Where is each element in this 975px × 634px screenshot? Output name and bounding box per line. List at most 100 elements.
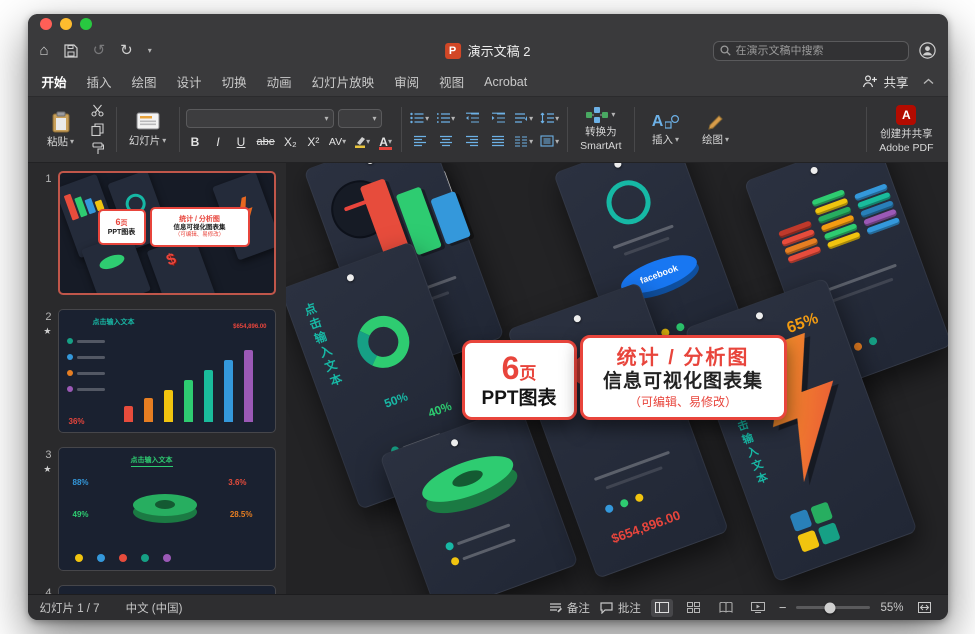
zoom-out-button[interactable]: − — [779, 600, 787, 615]
font-size-dropdown-icon: ▾ — [372, 114, 376, 123]
strikethrough-button[interactable]: abe — [255, 133, 277, 151]
subscript-button[interactable]: X₂ — [281, 133, 300, 151]
collapse-ribbon-chevron-icon[interactable] — [923, 78, 934, 85]
slide-thumbnail-1[interactable]: $ 6页 PPT图表 统计 / 分析图 信息可视化图表集 （可编辑、易修改） — [58, 171, 276, 295]
share-button[interactable]: 共享 — [862, 72, 908, 91]
badge-pages: 6页 PPT图表 — [462, 340, 577, 420]
search-box[interactable] — [713, 41, 909, 61]
smartart-group: ▾ 转换为SmartArt — [574, 102, 627, 157]
font-color-button[interactable]: A▾ — [376, 133, 395, 151]
slide-thumbnail-4[interactable] — [58, 585, 276, 594]
format-painter-icon[interactable] — [88, 141, 108, 157]
slide-thumbnail-2[interactable]: 点击输入文本 $654,896.00 36% — [58, 309, 276, 433]
paste-dropdown-icon[interactable]: ▾ — [70, 137, 74, 146]
increase-indent-button[interactable] — [486, 109, 509, 128]
tab-view[interactable]: 视图 — [439, 72, 464, 91]
language-indicator[interactable]: 中文 (中国) — [126, 600, 183, 616]
normal-view-button[interactable] — [651, 599, 673, 617]
tab-draw[interactable]: 绘图 — [132, 72, 157, 91]
ribbon-tab-bar: 开始 插入 绘图 设计 切换 动画 幻灯片放映 审阅 视图 Acrobat 共享 — [28, 67, 948, 97]
search-icon — [720, 45, 731, 56]
font-family-combo[interactable]: ▾ — [186, 109, 334, 128]
insert-button[interactable]: A 插入▾ — [643, 111, 689, 148]
tab-acrobat[interactable]: Acrobat — [484, 75, 527, 89]
amount-label: $654,896.00 — [609, 507, 682, 546]
cut-icon[interactable] — [88, 103, 108, 119]
undo-icon[interactable]: ↺ — [93, 43, 106, 58]
paste-button[interactable]: 粘贴▾ — [38, 109, 84, 150]
slide-number: 1 — [45, 173, 51, 185]
fit-slide-button[interactable] — [914, 599, 936, 617]
powerpoint-app-icon: P — [445, 43, 461, 59]
copy-icon[interactable] — [88, 122, 108, 138]
align-text-vertical-button[interactable]: ▾ — [538, 132, 561, 151]
save-icon[interactable] — [64, 44, 78, 58]
adobe-pdf-icon: A — [896, 105, 916, 125]
tab-design[interactable]: 设计 — [177, 72, 202, 91]
draw-button[interactable]: 绘图▾ — [693, 111, 739, 148]
text-highlight-button[interactable]: ▾ — [352, 133, 372, 151]
customize-toolbar-chevron-icon[interactable]: ▾ — [148, 46, 152, 55]
ribbon-toolbar: 粘贴▾ 幻灯片▾ ▾ — [28, 97, 948, 163]
comments-button[interactable]: 批注 — [600, 600, 641, 616]
create-share-adobe-pdf-button[interactable]: A 创建并共享Adobe PDF — [875, 103, 937, 156]
close-window-button[interactable] — [40, 18, 52, 30]
superscript-button[interactable]: X² — [304, 133, 323, 151]
percent-label: 50% — [382, 389, 409, 410]
underline-button[interactable]: U — [232, 133, 251, 151]
tab-slideshow[interactable]: 幻灯片放映 — [312, 72, 375, 91]
slide-sorter-view-button[interactable] — [683, 599, 705, 617]
percent-label: 40% — [426, 399, 453, 420]
numbering-button[interactable]: ▾ — [434, 109, 457, 128]
reading-view-button[interactable] — [715, 599, 737, 617]
character-spacing-button[interactable]: AV▾ — [327, 133, 348, 151]
thumb1-badge-pages: 6页 PPT图表 — [98, 209, 146, 245]
tab-home[interactable]: 开始 — [42, 72, 67, 91]
slide-row-1: 1 — [34, 171, 276, 295]
slide-number: 4 — [45, 587, 51, 594]
notes-button[interactable]: 备注 — [549, 600, 590, 616]
tab-animations[interactable]: 动画 — [267, 72, 292, 91]
align-right-button[interactable] — [460, 132, 483, 151]
thumb1-badge-title: 统计 / 分析图 信息可视化图表集 （可编辑、易修改） — [150, 207, 250, 247]
zoom-slider[interactable] — [796, 606, 870, 609]
zoom-slider-thumb[interactable] — [824, 602, 835, 613]
decrease-indent-button[interactable] — [460, 109, 483, 128]
slide-thumbnail-panel: 1 — [28, 163, 286, 594]
text-direction-button[interactable]: ▾ — [512, 109, 535, 128]
app-tiles-graphic — [789, 501, 840, 552]
new-slide-dropdown-icon[interactable]: ▾ — [162, 136, 166, 145]
columns-button[interactable]: ▾ — [512, 132, 535, 151]
align-left-button[interactable] — [408, 132, 431, 151]
font-size-combo[interactable]: ▾ — [338, 109, 382, 128]
slides-group: 幻灯片▾ — [123, 102, 173, 157]
badge-title: 统计 / 分析图 信息可视化图表集 （可编辑、易修改） — [580, 335, 787, 420]
slideshow-view-button[interactable] — [747, 599, 769, 617]
animation-star-icon: ★ — [43, 464, 51, 475]
bold-button[interactable]: B — [186, 133, 205, 151]
zoom-window-button[interactable] — [80, 18, 92, 30]
bullets-button[interactable]: ▾ — [408, 109, 431, 128]
search-input[interactable] — [736, 45, 902, 57]
italic-button[interactable]: I — [209, 133, 228, 151]
document-title: 演示文稿 2 — [468, 41, 531, 60]
tab-transitions[interactable]: 切换 — [222, 72, 247, 91]
slide-number: 3 — [45, 449, 51, 461]
slide-canvas[interactable]: facebook — [286, 163, 948, 594]
status-bar: 幻灯片 1 / 7 中文 (中国) 备注 批注 — [28, 594, 948, 620]
line-spacing-button[interactable]: ▾ — [538, 109, 561, 128]
new-slide-button[interactable]: 幻灯片▾ — [125, 110, 171, 149]
zoom-percentage[interactable]: 55% — [880, 602, 903, 614]
slide-row-4: 4 — [34, 585, 276, 594]
align-center-button[interactable] — [434, 132, 457, 151]
slide-thumbnail-3[interactable]: 点击输入文本 88% 49% 3.6% 28.5% — [58, 447, 276, 571]
justify-button[interactable] — [486, 132, 509, 151]
convert-to-smartart-button[interactable]: ▾ 转换为SmartArt — [576, 105, 625, 154]
tab-insert[interactable]: 插入 — [87, 72, 112, 91]
tab-review[interactable]: 审阅 — [394, 72, 419, 91]
home-icon[interactable]: ⌂ — [40, 43, 49, 58]
redo-icon[interactable]: ↻ — [120, 43, 133, 58]
insert-shapes-icon: A — [652, 113, 664, 131]
account-icon[interactable] — [919, 42, 936, 59]
minimize-window-button[interactable] — [60, 18, 72, 30]
